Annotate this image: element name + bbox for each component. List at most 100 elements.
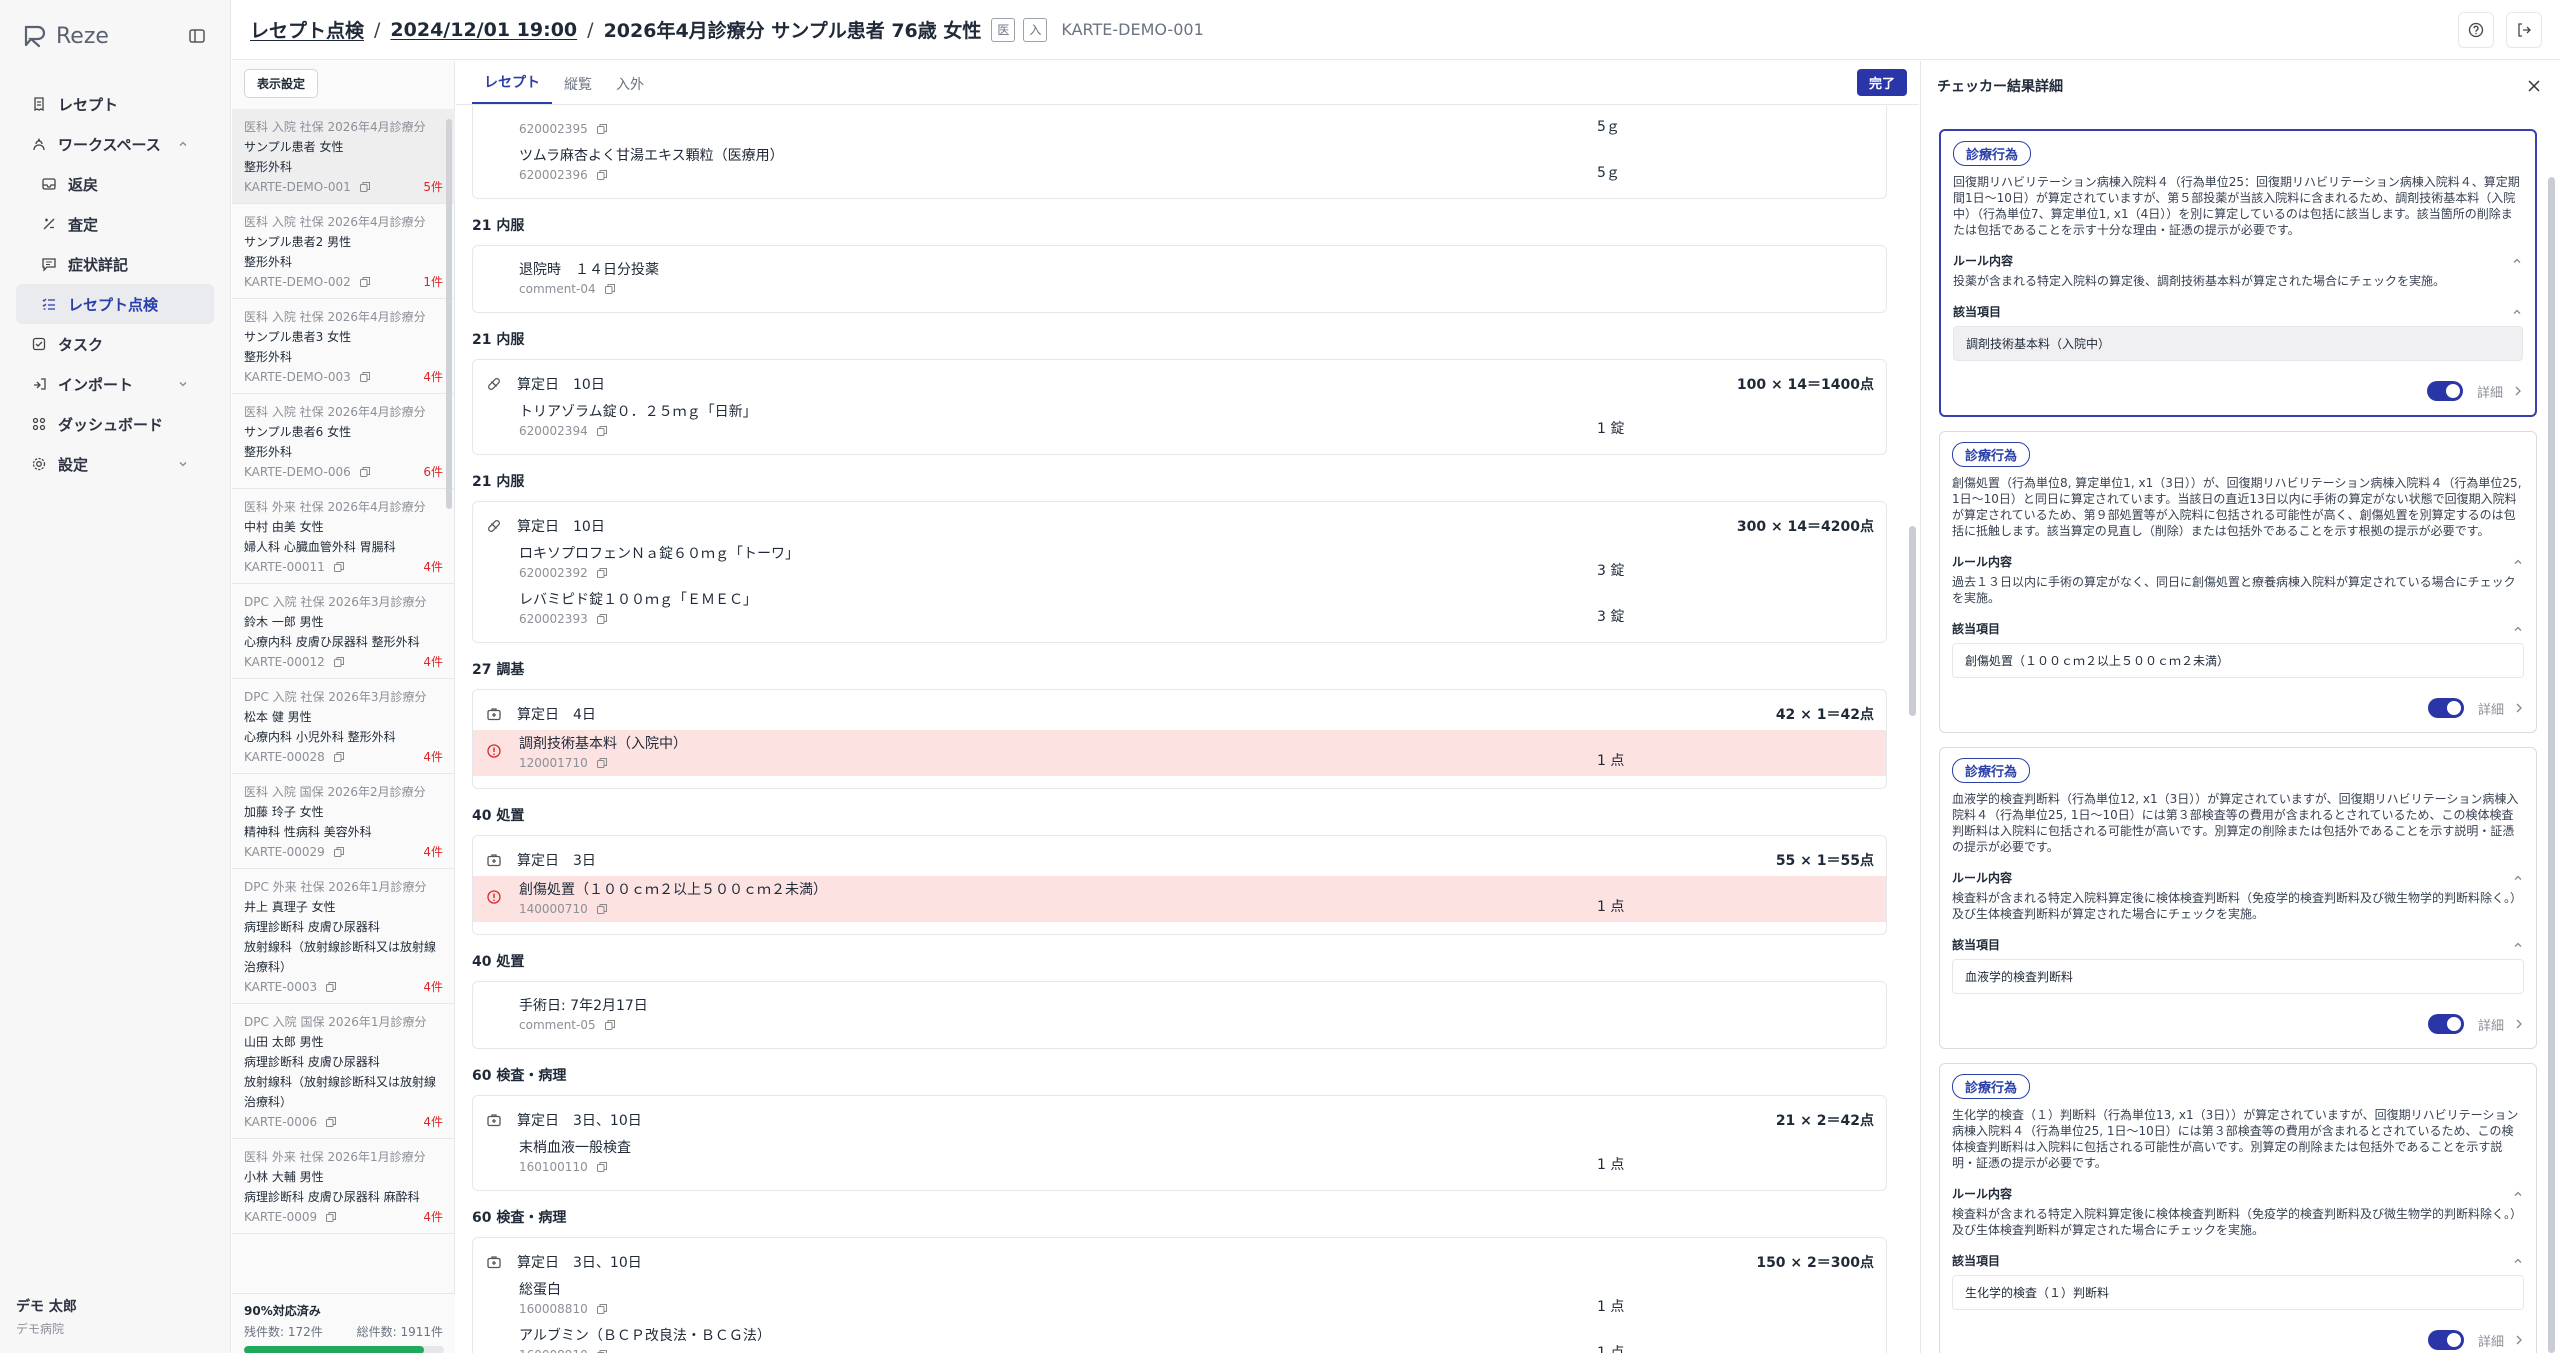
copy-icon[interactable] xyxy=(325,1116,337,1128)
patient-list-item[interactable]: DPC 入院 国保 2026年1月診療分 山田 太郎 男性 病理診断科 皮膚ひ尿器科… xyxy=(232,1004,455,1139)
sidebar-item-8[interactable]: ダッシュボード xyxy=(16,404,214,444)
sidebar-item-7[interactable]: インポート xyxy=(16,364,214,404)
copy-icon[interactable] xyxy=(333,656,345,668)
checker-card[interactable]: 診療行為 血液学的検査判断料（行為単位12, x1（3日））が算定されていますが、… xyxy=(1939,747,2537,1049)
receipt-item[interactable]: 末梢血液一般検査 160100110 1 点 xyxy=(485,1134,1874,1180)
chevron-up-icon[interactable] xyxy=(2512,623,2524,635)
sidebar-item-5[interactable]: レセプト点検 xyxy=(16,284,214,324)
receipt-item[interactable]: アルブミン（ＢＣＰ改良法・ＢＣＧ法） 160008910 1 点 xyxy=(485,1322,1874,1353)
detail-link[interactable]: 詳細 xyxy=(2478,1331,2524,1350)
tab-0[interactable]: レセプト xyxy=(472,72,552,104)
tab-2[interactable]: 入外 xyxy=(604,74,656,104)
patient-list-item[interactable]: 医科 外来 社保 2026年4月診療分 中村 由美 女性 婦人科 心臓血管外科 胃腸… xyxy=(232,489,455,584)
patient-list-item[interactable]: DPC 外来 社保 2026年1月診療分 井上 真理子 女性 病理診断科 皮膚ひ尿器… xyxy=(232,869,455,1004)
receipt-item[interactable]: レバミピド錠１００ｍｇ「ＥＭＥＣ」 620002393 3 錠 xyxy=(485,586,1874,632)
enable-toggle[interactable] xyxy=(2427,698,2464,718)
chevron-up-icon[interactable] xyxy=(2512,1188,2524,1200)
checker-card[interactable]: 診療行為 創傷処置（行為単位8, 算定単位1, x1（3日））が、回復期リハビリテ… xyxy=(1939,431,2537,733)
copy-icon[interactable] xyxy=(596,1161,608,1173)
enable-toggle[interactable] xyxy=(2427,1330,2464,1350)
detail-link[interactable]: 詳細 xyxy=(2477,382,2523,401)
receipt-item[interactable]: 退院時 １４日分投薬 comment-04 xyxy=(485,256,1874,302)
target-item-header[interactable]: 該当項目 xyxy=(1952,936,2524,953)
copy-icon[interactable] xyxy=(596,1349,608,1353)
receipt-item[interactable]: 手術日: 7年2月17日 comment-05 xyxy=(485,992,1874,1038)
chevron-up-icon[interactable] xyxy=(2511,255,2523,267)
patient-list-item[interactable]: 医科 入院 社保 2026年4月診療分 サンプル患者6 女性 整形外科 KARTE-D… xyxy=(232,394,455,489)
copy-icon[interactable] xyxy=(333,846,345,858)
panel-scrollbar-thumb[interactable] xyxy=(2548,177,2555,1353)
target-item[interactable]: 血液学的検査判断料 xyxy=(1952,959,2524,994)
tab-1[interactable]: 縦覧 xyxy=(552,74,604,104)
receipt-item[interactable]: ツムラ麻杏よく甘湯エキス顆粒（医療用） 620002396 5ｇ xyxy=(485,142,1874,188)
copy-icon[interactable] xyxy=(596,169,608,181)
copy-icon[interactable] xyxy=(359,276,371,288)
copy-icon[interactable] xyxy=(596,903,608,915)
detail-link[interactable]: 詳細 xyxy=(2478,699,2524,718)
target-item[interactable]: 調剤技術基本料（入院中） xyxy=(1953,326,2523,361)
help-button[interactable] xyxy=(2458,11,2494,48)
copy-icon[interactable] xyxy=(596,1303,608,1315)
copy-icon[interactable] xyxy=(333,561,345,573)
patient-list-scrollbar[interactable] xyxy=(446,119,452,509)
patient-list-item[interactable]: 医科 外来 社保 2026年1月診療分 小林 大輔 男性 病理診断科 皮膚ひ尿器科 … xyxy=(232,1139,455,1234)
checker-card[interactable]: 診療行為 回復期リハビリテーション病棟入院料４（行為単位25：回復期リハビリテーシ… xyxy=(1939,129,2537,417)
copy-icon[interactable] xyxy=(325,981,337,993)
patient-list-item[interactable]: 医科 入院 社保 2026年4月診療分 サンプル患者 女性 整形外科 KARTE-DE… xyxy=(232,109,455,204)
logout-button[interactable] xyxy=(2506,11,2542,48)
checker-card[interactable]: 診療行為 生化学的検査（１）判断料（行為単位13, x1（3日））が算定されていま… xyxy=(1939,1063,2537,1353)
receipt-item[interactable]: トリアゾラム錠０．２５ｍｇ「日新」 620002394 1 錠 xyxy=(485,398,1874,444)
sidebar-collapse-icon[interactable] xyxy=(186,25,208,47)
chevron-up-icon[interactable] xyxy=(2511,306,2523,318)
target-item[interactable]: 創傷処置（１００ｃｍ２以上５００ｃｍ２未満） xyxy=(1952,643,2524,678)
target-item[interactable]: 生化学的検査（１）判断料 xyxy=(1952,1275,2524,1310)
rule-header[interactable]: ルール内容 xyxy=(1952,553,2524,570)
sidebar-item-6[interactable]: タスク xyxy=(16,324,214,364)
detail-link[interactable]: 詳細 xyxy=(2478,1015,2524,1034)
breadcrumb-datetime[interactable]: 2024/12/01 19:00 xyxy=(390,19,577,41)
target-item-header[interactable]: 該当項目 xyxy=(1952,620,2524,637)
receipt-item[interactable]: 総蛋白 160008810 1 点 xyxy=(485,1276,1874,1322)
receipt-item[interactable]: 620002395 5ｇ xyxy=(485,116,1874,142)
rule-header[interactable]: ルール内容 xyxy=(1952,1185,2524,1202)
target-item-header[interactable]: 該当項目 xyxy=(1953,303,2523,320)
receipt-scrollbar-thumb[interactable] xyxy=(1909,526,1916,716)
complete-button[interactable]: 完了 xyxy=(1856,69,1907,96)
copy-icon[interactable] xyxy=(596,567,608,579)
copy-icon[interactable] xyxy=(596,425,608,437)
chevron-up-icon[interactable] xyxy=(2512,939,2524,951)
receipt-scrollbar[interactable] xyxy=(1907,106,1917,1353)
sidebar-item-0[interactable]: レセプト xyxy=(16,84,214,124)
copy-icon[interactable] xyxy=(359,371,371,383)
patient-list-item[interactable]: DPC 入院 社保 2026年3月診療分 松本 健 男性 心療内科 小児外科 整形外… xyxy=(232,679,455,774)
chevron-up-icon[interactable] xyxy=(2512,872,2524,884)
panel-scrollbar[interactable] xyxy=(2548,117,2556,1353)
sidebar-item-1[interactable]: ワークスペース xyxy=(16,124,214,164)
error-item[interactable]: 調剤技術基本料（入院中） 120001710 1 点 xyxy=(473,730,1886,776)
close-icon[interactable] xyxy=(2524,76,2544,96)
chevron-up-icon[interactable] xyxy=(2512,1255,2524,1267)
copy-icon[interactable] xyxy=(359,181,371,193)
breadcrumb-receipt-check[interactable]: レセプト点検 xyxy=(250,16,364,43)
enable-toggle[interactable] xyxy=(2427,1014,2464,1034)
copy-icon[interactable] xyxy=(596,613,608,625)
target-item-header[interactable]: 該当項目 xyxy=(1952,1252,2524,1269)
sidebar-item-3[interactable]: 査定 xyxy=(16,204,214,244)
error-item[interactable]: 創傷処置（１００ｃｍ２以上５００ｃｍ２未満） 140000710 1 点 xyxy=(473,876,1886,922)
copy-icon[interactable] xyxy=(333,751,345,763)
chevron-up-icon[interactable] xyxy=(2512,556,2524,568)
copy-icon[interactable] xyxy=(359,466,371,478)
copy-icon[interactable] xyxy=(596,123,608,135)
sidebar-item-2[interactable]: 返戻 xyxy=(16,164,214,204)
enable-toggle[interactable] xyxy=(2426,381,2463,401)
rule-header[interactable]: ルール内容 xyxy=(1952,869,2524,886)
rule-header[interactable]: ルール内容 xyxy=(1953,252,2523,269)
patient-list-item[interactable]: 医科 入院 国保 2026年2月診療分 加藤 玲子 女性 精神科 性病科 美容外科 K… xyxy=(232,774,455,869)
patient-list-item[interactable]: 医科 入院 社保 2026年4月診療分 サンプル患者3 女性 整形外科 KARTE-D… xyxy=(232,299,455,394)
patient-list-item[interactable]: 医科 入院 社保 2026年4月診療分 サンプル患者2 男性 整形外科 KARTE-D… xyxy=(232,204,455,299)
copy-icon[interactable] xyxy=(604,1019,616,1031)
receipt-item[interactable]: ロキソプロフェンＮａ錠６０ｍｇ「トーワ」 620002392 3 錠 xyxy=(485,540,1874,586)
patient-list-item[interactable]: DPC 入院 社保 2026年3月診療分 鈴木 一郎 男性 心療内科 皮膚ひ尿器科 … xyxy=(232,584,455,679)
sidebar-item-4[interactable]: 症状詳記 xyxy=(16,244,214,284)
sidebar-item-9[interactable]: 設定 xyxy=(16,444,214,484)
